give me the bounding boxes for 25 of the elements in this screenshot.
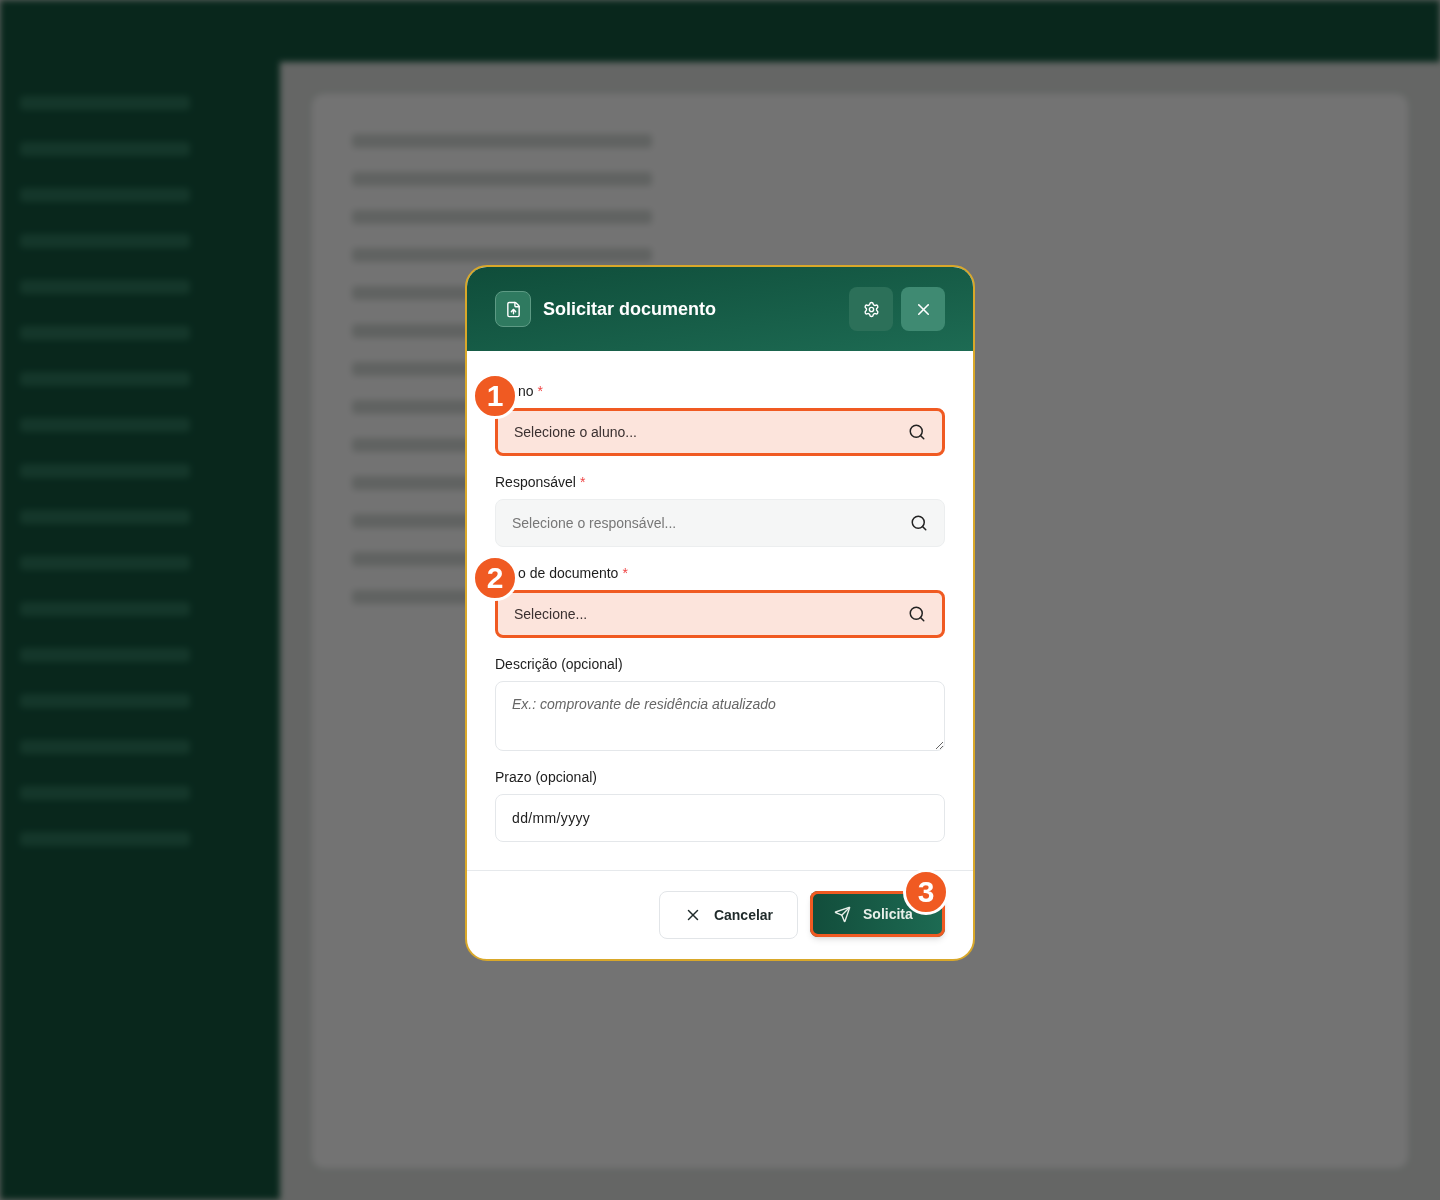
field-label: Responsável xyxy=(495,473,576,492)
settings-button[interactable] xyxy=(849,287,893,331)
search-icon xyxy=(910,514,928,532)
date-field[interactable]: dd/mm/yyyy xyxy=(495,794,945,842)
required-asterisk: * xyxy=(579,473,586,492)
search-field[interactable]: Selecione o responsável... xyxy=(495,499,945,547)
description-field[interactable]: Ex.: comprovante de residência atualizado xyxy=(495,681,945,751)
file-upload-icon xyxy=(495,291,531,327)
field-label: Prazo (opcional) xyxy=(495,768,597,787)
field-label: Descrição (opcional) xyxy=(495,655,623,674)
field-label: no xyxy=(518,382,534,401)
search-field[interactable]: Selecione o aluno... xyxy=(495,408,945,456)
step-number-badge: 1 xyxy=(472,373,518,419)
cancel-button[interactable]: Cancelar xyxy=(659,891,798,939)
step-number-badge: 2 xyxy=(472,555,518,601)
search-icon xyxy=(908,605,926,623)
required-asterisk: * xyxy=(537,382,544,401)
field-label: o de documento xyxy=(518,564,619,583)
search-field[interactable]: Selecione... xyxy=(495,590,945,638)
required-asterisk: * xyxy=(622,564,628,583)
dialog-title: Solicitar documento xyxy=(543,297,717,321)
search-icon xyxy=(908,423,926,441)
send-icon xyxy=(834,905,851,923)
gear-icon xyxy=(862,300,880,318)
close-button[interactable] xyxy=(901,287,945,331)
